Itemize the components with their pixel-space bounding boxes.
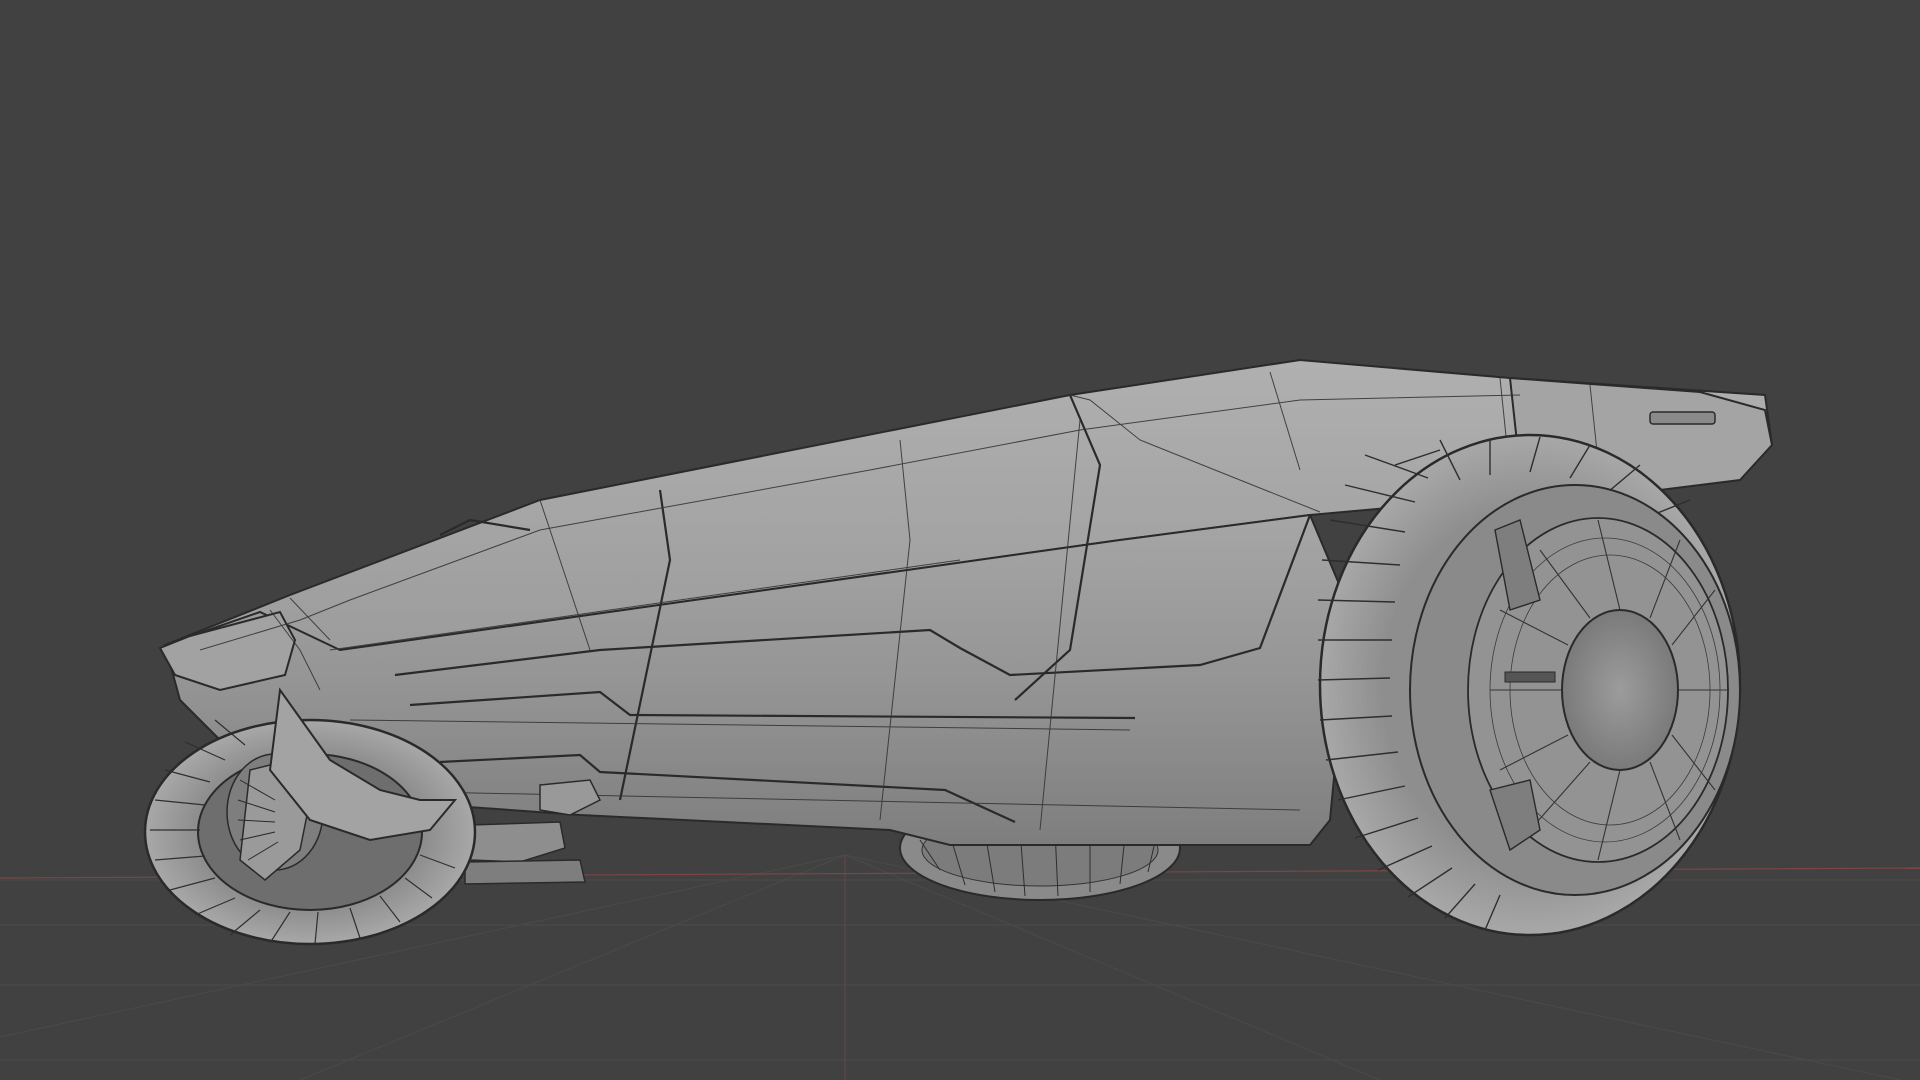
- rear-wheel: [1317, 433, 1742, 937]
- viewport-canvas[interactable]: [0, 0, 1920, 1080]
- 3d-viewport[interactable]: [0, 0, 1920, 1080]
